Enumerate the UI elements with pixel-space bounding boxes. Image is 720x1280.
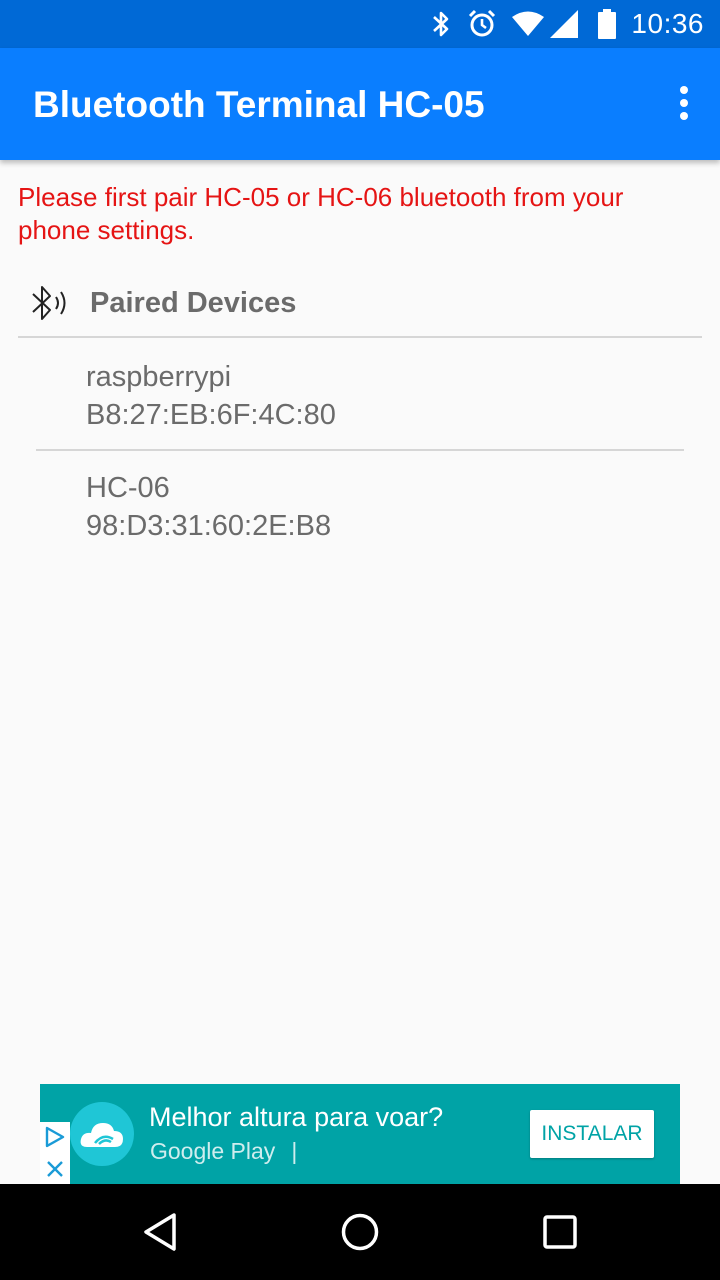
ad-separator: |	[291, 1138, 298, 1164]
device-name: raspberrypi	[86, 361, 232, 393]
ad-banner[interactable]: Melhor altura para voar? Google Play | IN…	[40, 1084, 680, 1184]
device-address: 98:D3:31:60:2E:B8	[86, 510, 332, 542]
device-address: B8:27:EB:6F:4C:80	[86, 399, 336, 431]
ad-app-logo-icon[interactable]	[70, 1102, 134, 1166]
device-name: HC-06	[86, 472, 170, 504]
section-divider	[18, 336, 702, 338]
navigation-bar	[0, 1184, 720, 1280]
status-time: 10:36	[631, 8, 704, 39]
alarm-icon	[467, 9, 497, 39]
app-bar: Bluetooth Terminal HC-05	[0, 48, 720, 160]
ad-store: Google Play |	[150, 1138, 297, 1165]
section-title: Paired Devices	[90, 287, 297, 319]
home-icon[interactable]	[340, 1212, 380, 1252]
battery-icon	[597, 9, 617, 39]
ad-choices[interactable]	[40, 1122, 70, 1184]
overflow-menu-icon[interactable]	[676, 86, 692, 126]
cell-signal-icon	[549, 9, 579, 39]
status-icons: 10:36	[431, 0, 720, 48]
bluetooth-searching-icon	[28, 282, 76, 331]
app-title: Bluetooth Terminal HC-05	[33, 84, 485, 125]
install-button[interactable]: INSTALAR	[530, 1110, 654, 1158]
bluetooth-icon	[431, 9, 451, 39]
device-divider	[36, 449, 684, 451]
recents-icon[interactable]	[542, 1214, 578, 1250]
back-icon[interactable]	[140, 1210, 180, 1254]
pairing-warning: Please first pair HC-05 or HC-06 bluetoo…	[18, 182, 624, 245]
paired-devices-header: Paired Devices	[18, 280, 702, 336]
wifi-icon	[511, 11, 545, 37]
ad-store-label: Google Play	[150, 1138, 276, 1164]
status-bar: 10:36	[0, 0, 720, 48]
device-item[interactable]: HC-06 98:D3:31:60:2E:B8	[86, 469, 331, 545]
device-item[interactable]: raspberrypi B8:27:EB:6F:4C:80	[86, 358, 336, 434]
ad-headline[interactable]: Melhor altura para voar?	[149, 1102, 443, 1133]
